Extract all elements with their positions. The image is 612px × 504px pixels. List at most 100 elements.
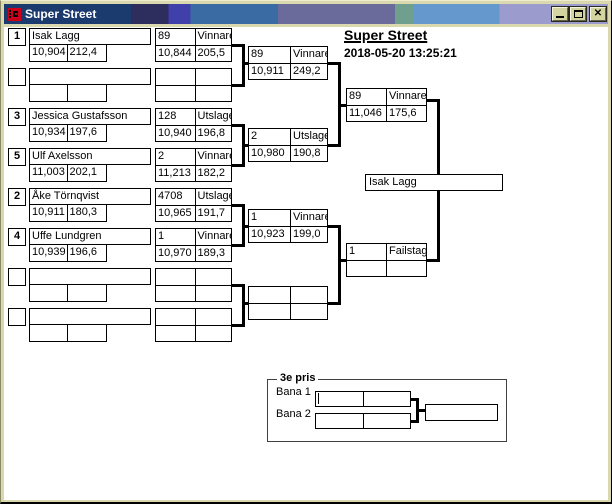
result-et-cell[interactable]	[249, 303, 290, 319]
result-et-cell[interactable]: 11,046	[347, 105, 386, 121]
qualifying-stats-box[interactable]: 10,911 180,3	[29, 203, 107, 222]
et-cell[interactable]	[30, 325, 67, 342]
lane2-speed-cell[interactable]	[362, 414, 411, 428]
lane1-et-cell[interactable]	[316, 392, 363, 406]
result-speed-cell[interactable]: 190,8	[290, 145, 327, 161]
round1-result-box[interactable]	[155, 68, 232, 102]
result-et-cell[interactable]: 10,970	[156, 245, 195, 261]
qualifying-stats-box[interactable]: 10,934 197,6	[29, 123, 107, 142]
round2-result-box[interactable]: 2 Utslagen 10,980 190,8	[248, 128, 328, 162]
et-cell[interactable]: 10,939	[30, 245, 67, 262]
result-speed-cell[interactable]	[194, 285, 231, 301]
result-et-cell[interactable]: 10,965	[156, 205, 195, 221]
result-label-cell[interactable]: Utslagen	[194, 189, 231, 205]
competitor-name-box[interactable]	[29, 268, 151, 285]
seed-box[interactable]: 2	[8, 188, 26, 206]
speed-cell[interactable]: 196,6	[66, 244, 107, 261]
round1-result-box[interactable]: 4708 Utslagen 10,965 191,7	[155, 188, 232, 222]
result-et-cell[interactable]	[156, 285, 195, 301]
round2-result-box[interactable]	[248, 286, 328, 320]
result-et-cell[interactable]	[347, 260, 386, 276]
result-num-cell[interactable]: 1	[249, 210, 290, 226]
result-speed-cell[interactable]	[194, 325, 231, 341]
final-result-box[interactable]: 89 Vinnare 11,046 175,6	[346, 88, 427, 122]
et-cell[interactable]: 10,911	[30, 205, 67, 222]
result-label-cell[interactable]: Utslagen	[290, 129, 327, 145]
seed-box[interactable]: 4	[8, 228, 26, 246]
speed-cell[interactable]: 202,1	[66, 164, 107, 181]
seed-box[interactable]: 5	[8, 148, 26, 166]
result-num-cell[interactable]: 128	[156, 109, 195, 125]
et-cell[interactable]: 10,904	[30, 45, 67, 62]
qualifying-stats-box[interactable]: 11,003 202,1	[29, 163, 107, 182]
maximize-button[interactable]	[569, 6, 587, 22]
result-num-cell[interactable]: 4708	[156, 189, 195, 205]
result-num-cell[interactable]: 2	[249, 129, 290, 145]
round1-result-box[interactable]	[155, 268, 232, 302]
close-button[interactable]: ✕	[589, 6, 607, 22]
speed-cell[interactable]: 212,4	[66, 44, 107, 61]
result-label-cell[interactable]: Utslagen	[194, 109, 231, 125]
speed-cell[interactable]	[66, 284, 107, 301]
result-label-cell[interactable]: Failstaged	[386, 244, 426, 260]
competitor-name-box[interactable]: Åke Törnqvist	[29, 188, 151, 205]
result-speed-cell[interactable]: 189,3	[194, 245, 231, 261]
speed-cell[interactable]	[66, 324, 107, 341]
result-speed-cell[interactable]: 249,2	[290, 63, 327, 79]
lane2-entry-box[interactable]	[315, 413, 411, 429]
et-cell[interactable]: 11,003	[30, 165, 67, 182]
result-num-cell[interactable]	[156, 69, 195, 85]
minimize-button[interactable]	[551, 6, 569, 22]
round2-result-box[interactable]: 1 Vinnare 10,923 199,0	[248, 209, 328, 243]
round1-result-box[interactable]	[155, 308, 232, 342]
result-et-cell[interactable]: 10,980	[249, 145, 290, 161]
result-label-cell[interactable]	[194, 269, 232, 285]
qualifying-stats-box[interactable]	[29, 83, 107, 102]
result-label-cell[interactable]: Vinnare	[290, 210, 327, 226]
result-speed-cell[interactable]: 196,8	[194, 125, 231, 141]
result-num-cell[interactable]	[156, 269, 195, 285]
competitor-name-box[interactable]: Jessica Gustafsson	[29, 108, 151, 125]
result-label-cell[interactable]: Vinnare	[194, 229, 231, 245]
competitor-name-box[interactable]	[29, 308, 151, 325]
speed-cell[interactable]	[66, 84, 107, 101]
result-num-cell[interactable]: 1	[347, 244, 386, 260]
result-speed-cell[interactable]: 182,2	[194, 165, 231, 181]
competitor-name-box[interactable]: Isak Lagg	[29, 28, 151, 45]
result-num-cell[interactable]: 1	[156, 229, 195, 245]
lane1-speed-cell[interactable]	[362, 392, 411, 406]
competitor-name-box[interactable]: Uffe Lundgren	[29, 228, 151, 245]
result-num-cell[interactable]: 89	[249, 47, 290, 63]
result-et-cell[interactable]: 10,844	[156, 45, 195, 61]
round1-result-box[interactable]: 1 Vinnare 10,970 189,3	[155, 228, 232, 262]
result-num-cell[interactable]: 89	[347, 89, 386, 105]
result-label-cell[interactable]: Vinnare	[194, 29, 231, 45]
qualifying-stats-box[interactable]: 10,904 212,4	[29, 43, 107, 62]
qualifying-stats-box[interactable]	[29, 323, 107, 342]
speed-cell[interactable]: 197,6	[66, 124, 107, 141]
round2-result-box[interactable]: 89 Vinnare 10,911 249,2	[248, 46, 328, 80]
result-et-cell[interactable]: 11,213	[156, 165, 195, 181]
competitor-name-box[interactable]	[29, 68, 151, 85]
qualifying-stats-box[interactable]: 10,939 196,6	[29, 243, 107, 262]
result-label-cell[interactable]: Vinnare	[194, 149, 231, 165]
result-label-cell[interactable]	[194, 309, 232, 325]
result-speed-cell[interactable]	[290, 303, 327, 319]
result-et-cell[interactable]: 10,923	[249, 226, 290, 242]
et-cell[interactable]	[30, 85, 67, 102]
result-speed-cell[interactable]: 191,7	[194, 205, 231, 221]
result-num-cell[interactable]: 2	[156, 149, 195, 165]
seed-box[interactable]	[8, 68, 26, 86]
round1-result-box[interactable]: 2 Vinnare 11,213 182,2	[155, 148, 232, 182]
lane1-entry-box[interactable]	[315, 391, 411, 407]
result-et-cell[interactable]	[156, 85, 195, 101]
consolation-result-box[interactable]: 1 Failstaged	[346, 243, 427, 277]
champion-name-box[interactable]: Isak Lagg	[365, 174, 503, 191]
result-speed-cell[interactable]: 205,5	[194, 45, 231, 61]
result-num-cell[interactable]	[156, 309, 195, 325]
result-speed-cell[interactable]: 175,6	[386, 105, 426, 121]
seed-box[interactable]	[8, 308, 26, 326]
result-label-cell[interactable]: Vinnare	[290, 47, 327, 63]
result-num-cell[interactable]: 89	[156, 29, 195, 45]
result-speed-cell[interactable]	[386, 260, 426, 276]
